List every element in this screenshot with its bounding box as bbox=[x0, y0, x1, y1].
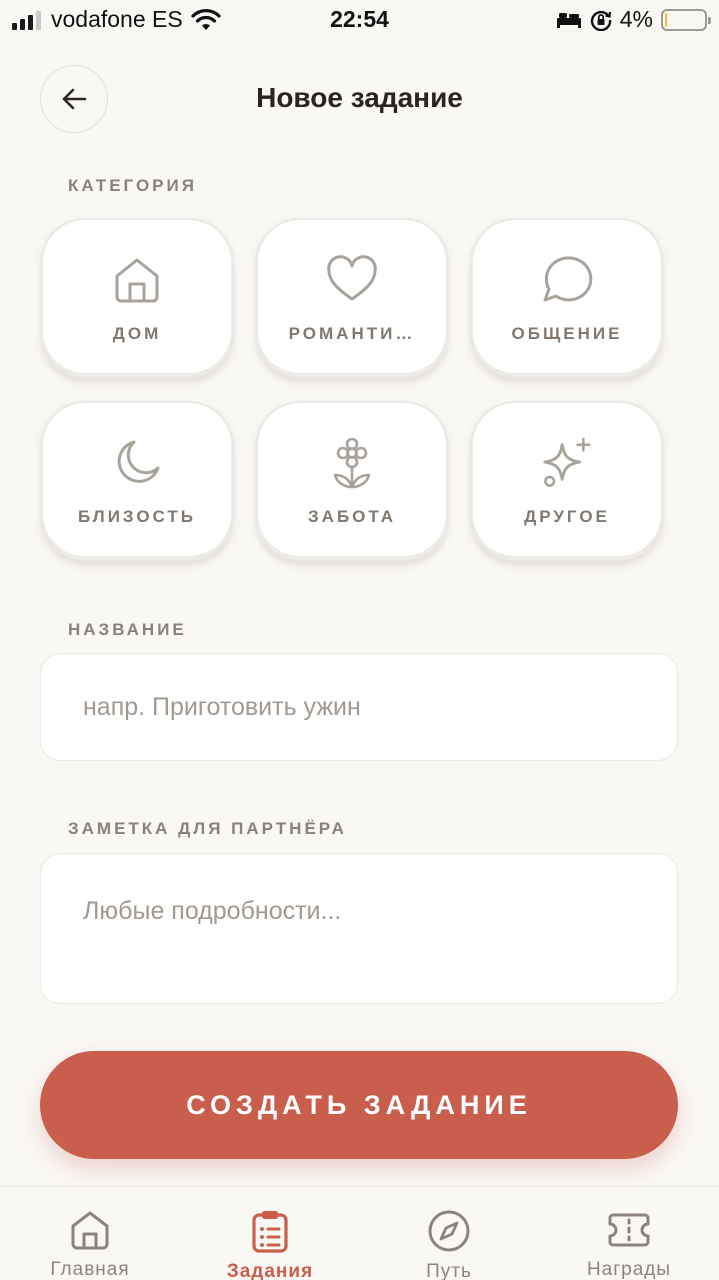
category-communication-label: ОБЩЕНИЕ bbox=[511, 324, 623, 343]
category-other-label: ДРУГОЕ bbox=[524, 507, 610, 526]
title-input[interactable] bbox=[40, 653, 678, 761]
category-other[interactable]: ДРУГОЕ bbox=[471, 401, 663, 561]
nav-item-tasks[interactable]: Задания bbox=[180, 1187, 360, 1280]
sparkles-icon bbox=[543, 437, 591, 487]
orientation-lock-icon bbox=[590, 10, 611, 31]
nav-item-tasks-label: Задания bbox=[226, 1261, 314, 1280]
battery-percent: 4% bbox=[619, 6, 653, 32]
create-task-button[interactable]: СОЗДАТЬ ЗАДАНИЕ bbox=[40, 1051, 678, 1159]
nav-item-rewards[interactable]: Награды bbox=[539, 1187, 719, 1280]
nav-item-home[interactable]: Главная bbox=[0, 1187, 180, 1280]
title-field-label: НАЗВАНИЕ bbox=[68, 620, 187, 639]
category-home-label: ДОМ bbox=[112, 324, 162, 343]
partner-note-textarea[interactable] bbox=[40, 853, 678, 1004]
battery-icon bbox=[661, 8, 711, 31]
status-bar: vodafone ES 22:54 4% bbox=[0, 0, 719, 40]
flower-icon bbox=[333, 437, 371, 489]
ticket-icon bbox=[608, 1213, 650, 1247]
house-icon bbox=[115, 258, 159, 303]
nav-item-path[interactable]: Путь bbox=[359, 1187, 539, 1280]
bottom-navigation: Главная Задания Путь Награды bbox=[0, 1186, 719, 1280]
category-intimacy[interactable]: БЛИЗОСТЬ bbox=[41, 401, 233, 561]
nav-item-home-label: Главная bbox=[50, 1259, 130, 1280]
nav-item-path-label: Путь bbox=[426, 1261, 472, 1280]
chat-bubble-icon bbox=[543, 256, 593, 302]
clipboard-icon bbox=[252, 1211, 288, 1253]
heart-icon bbox=[327, 255, 377, 301]
moon-icon bbox=[117, 440, 160, 483]
category-romance-label: РОМАНТИ… bbox=[288, 324, 416, 343]
category-romance[interactable]: РОМАНТИ… bbox=[256, 218, 448, 378]
compass-icon bbox=[428, 1210, 470, 1252]
page-title: Новое задание bbox=[256, 82, 463, 113]
home-icon bbox=[71, 1211, 109, 1250]
category-communication[interactable]: ОБЩЕНИЕ bbox=[471, 218, 663, 378]
battery-level bbox=[665, 12, 668, 27]
nav-item-rewards-label: Награды bbox=[586, 1259, 672, 1280]
category-care[interactable]: ЗАБОТА bbox=[256, 401, 448, 561]
sleep-mode-icon bbox=[556, 12, 581, 28]
category-care-label: ЗАБОТА bbox=[308, 507, 396, 526]
category-label: КАТЕГОРИЯ bbox=[68, 176, 197, 195]
category-home[interactable]: ДОМ bbox=[41, 218, 233, 378]
note-field-label: ЗАМЕТКА ДЛЯ ПАРТНЁРА bbox=[68, 819, 347, 838]
category-intimacy-label: БЛИЗОСТЬ bbox=[77, 507, 197, 526]
